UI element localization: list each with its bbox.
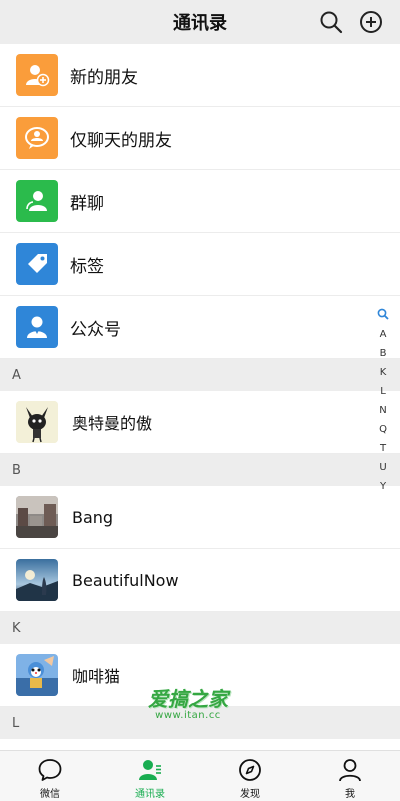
avatar <box>16 401 58 443</box>
section-header-b: B <box>0 454 400 486</box>
avatar <box>16 496 58 538</box>
chat-only-friends-item[interactable]: 仅聊天的朋友 <box>0 107 400 170</box>
contact-name: 奥特曼的傲 <box>72 414 153 433</box>
index-letter[interactable]: T <box>380 439 386 458</box>
index-letter[interactable]: Q <box>379 420 387 439</box>
new-friends-item[interactable]: 新的朋友 <box>0 44 400 107</box>
tab-label: 微信 <box>40 789 60 800</box>
official-accounts-label: 公众号 <box>70 319 121 340</box>
avatar <box>16 559 58 601</box>
chat-bubble-icon <box>38 759 62 781</box>
contacts-list[interactable]: 新的朋友 仅聊天的朋友 群聊 标签 公众号 A 奥特曼的傲 B Bang Bea… <box>0 44 400 750</box>
watermark: 爱搞之家 www.itan.cc <box>133 683 243 723</box>
plus-circle-icon[interactable] <box>359 10 383 34</box>
top-bar: 通讯录 <box>0 0 400 44</box>
index-letter[interactable]: K <box>380 363 387 382</box>
index-letter[interactable]: Y <box>380 477 386 496</box>
compass-icon <box>239 759 261 781</box>
tags-label: 标签 <box>70 256 104 277</box>
tab-discover[interactable]: 发现 <box>200 751 300 801</box>
group-chat-item[interactable]: 群聊 <box>0 170 400 233</box>
tab-chats[interactable]: 微信 <box>0 751 100 801</box>
contact-row[interactable]: BeautifulNow <box>0 549 400 612</box>
avatar <box>16 654 58 696</box>
official-accounts-item[interactable]: 公众号 <box>0 296 400 359</box>
contact-name: Bang <box>72 507 114 527</box>
alphabet-index[interactable]: A B K L N Q T U Y <box>374 308 392 496</box>
contact-name: BeautifulNow <box>72 570 179 590</box>
tab-label: 发现 <box>240 789 260 800</box>
tab-contacts[interactable]: 通讯录 <box>100 751 200 801</box>
index-letter[interactable]: U <box>379 458 386 477</box>
new-friends-label: 新的朋友 <box>70 67 138 88</box>
tags-item[interactable]: 标签 <box>0 233 400 296</box>
section-header-k: K <box>0 612 400 644</box>
contact-row[interactable] <box>0 739 400 750</box>
chat-only-friends-label: 仅聊天的朋友 <box>70 130 172 151</box>
contact-row[interactable]: 奥特曼的傲 <box>0 391 400 454</box>
index-letter[interactable]: N <box>379 401 386 420</box>
section-header-a: A <box>0 359 400 391</box>
group-chat-label: 群聊 <box>70 193 104 214</box>
search-icon[interactable] <box>319 10 343 34</box>
index-letter[interactable]: A <box>380 325 387 344</box>
tab-label: 通讯录 <box>135 789 165 800</box>
chat-user-icon <box>16 117 58 159</box>
watermark-title: 爱搞之家 <box>148 687 228 711</box>
official-account-icon <box>16 306 58 348</box>
search-icon[interactable] <box>377 308 389 320</box>
contacts-icon <box>139 760 161 780</box>
page-title: 通讯录 <box>173 13 227 34</box>
add-user-icon <box>16 54 58 96</box>
contact-row[interactable]: Bang <box>0 486 400 549</box>
group-icon <box>16 180 58 222</box>
contact-name: 咖啡猫 <box>72 667 121 686</box>
tab-bar: 微信 通讯录 发现 我 <box>0 750 400 801</box>
person-icon <box>339 759 361 782</box>
index-letter[interactable]: L <box>380 382 386 401</box>
tab-me[interactable]: 我 <box>300 751 400 801</box>
tag-icon <box>16 243 58 285</box>
index-letter[interactable]: B <box>380 344 387 363</box>
tab-label: 我 <box>345 789 355 800</box>
